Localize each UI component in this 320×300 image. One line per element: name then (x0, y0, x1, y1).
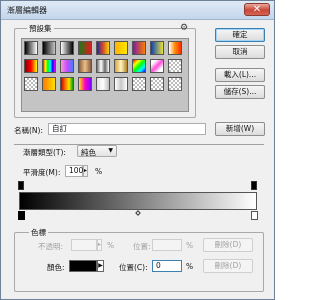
color-location-input[interactable]: 0 (152, 260, 182, 272)
window-title: 漸層編輯器 (7, 6, 47, 15)
preset-swatch[interactable] (42, 41, 56, 55)
cancel-button[interactable]: 取消 (215, 45, 265, 59)
opacity-dropdown: ▸ (97, 239, 102, 251)
preset-swatch[interactable] (60, 77, 74, 91)
preset-swatch[interactable] (24, 41, 38, 55)
preset-swatch[interactable] (42, 77, 56, 91)
preset-swatch[interactable] (168, 77, 182, 91)
opacity-location-unit: % (186, 241, 194, 250)
opacity-label: 不透明: (38, 242, 64, 251)
preset-swatch[interactable] (60, 59, 74, 73)
preset-swatch[interactable] (96, 41, 110, 55)
gradient-type-label: 漸層類型(T): (23, 148, 66, 157)
preset-swatch[interactable] (114, 59, 128, 73)
smoothness-dropdown[interactable]: ▸ (83, 165, 88, 177)
preset-swatch[interactable] (78, 41, 92, 55)
color-swatch[interactable] (69, 260, 97, 272)
gradient-type-select[interactable]: 純色 ▼ (77, 145, 117, 157)
midpoint-diamond[interactable] (135, 210, 141, 216)
preset-swatch[interactable] (132, 59, 146, 73)
opacity-location-input (152, 239, 182, 251)
preset-swatch[interactable] (168, 41, 182, 55)
presets-label: 預設集 (27, 23, 54, 34)
opacity-unit: % (107, 241, 115, 250)
color-menu-button[interactable]: ▶ (97, 260, 104, 272)
gradient-editor-window: 漸層編輯器 ✕ 預設集 ⚙ 確定 取消 載入(L)... 儲存(S)... 名稱… (0, 0, 275, 300)
preset-swatch[interactable] (24, 77, 38, 91)
preset-swatch[interactable] (168, 59, 182, 73)
preset-swatch[interactable] (150, 77, 164, 91)
presets-grid[interactable] (21, 38, 189, 112)
save-button[interactable]: 儲存(S)... (215, 85, 265, 99)
chevron-down-icon: ▼ (108, 147, 113, 154)
opacity-location-label: 位置: (133, 242, 151, 251)
title-bar[interactable]: 漸層編輯器 ✕ (1, 1, 274, 20)
close-icon: ✕ (252, 4, 262, 15)
color-stop-left[interactable] (18, 211, 25, 220)
color-location-unit: % (186, 262, 194, 271)
preset-swatch[interactable] (150, 41, 164, 55)
preset-swatch[interactable] (42, 59, 56, 73)
ok-button[interactable]: 確定 (215, 28, 265, 42)
new-button[interactable]: 新增(W) (215, 122, 265, 136)
preset-swatch[interactable] (114, 41, 128, 55)
preset-swatch[interactable] (114, 77, 128, 91)
opacity-stop-left[interactable] (18, 181, 24, 190)
presets-group: 預設集 (14, 23, 196, 118)
preset-swatch[interactable] (132, 41, 146, 55)
color-delete-button: 刪除(D) (203, 259, 253, 273)
gradient-type-value: 純色 (81, 148, 96, 157)
color-label: 顏色: (47, 263, 65, 272)
preset-swatch[interactable] (150, 59, 164, 73)
opacity-stop-right[interactable] (251, 181, 257, 190)
separator (14, 144, 264, 145)
gear-icon[interactable]: ⚙ (180, 23, 188, 33)
smoothness-input[interactable]: 100 (65, 165, 83, 177)
preset-swatch[interactable] (78, 77, 92, 91)
preset-swatch[interactable] (96, 59, 110, 73)
color-location-label: 位置(C): (119, 263, 148, 272)
name-input[interactable]: 自訂 (48, 123, 206, 135)
preset-swatch[interactable] (78, 59, 92, 73)
preset-swatch[interactable] (96, 77, 110, 91)
smoothness-label: 平滑度(M): (23, 168, 61, 177)
name-label: 名稱(N): (14, 126, 43, 135)
close-button[interactable]: ✕ (244, 3, 270, 16)
color-stops-label: 色標 (29, 227, 48, 238)
preset-swatch[interactable] (24, 59, 38, 73)
color-stop-right[interactable] (251, 211, 258, 220)
color-stops-group: 色標 不透明: ▸ % 位置: % 刪除(D) 顏色: ▶ 位置(C): 0 %… (14, 227, 264, 292)
opacity-delete-button: 刪除(D) (203, 238, 253, 252)
opacity-input (71, 239, 97, 251)
gradient-preview-bar[interactable] (19, 192, 257, 210)
load-button[interactable]: 載入(L)... (215, 68, 265, 82)
preset-swatch[interactable] (60, 41, 74, 55)
preset-swatch[interactable] (132, 77, 146, 91)
smoothness-unit: % (95, 167, 103, 176)
